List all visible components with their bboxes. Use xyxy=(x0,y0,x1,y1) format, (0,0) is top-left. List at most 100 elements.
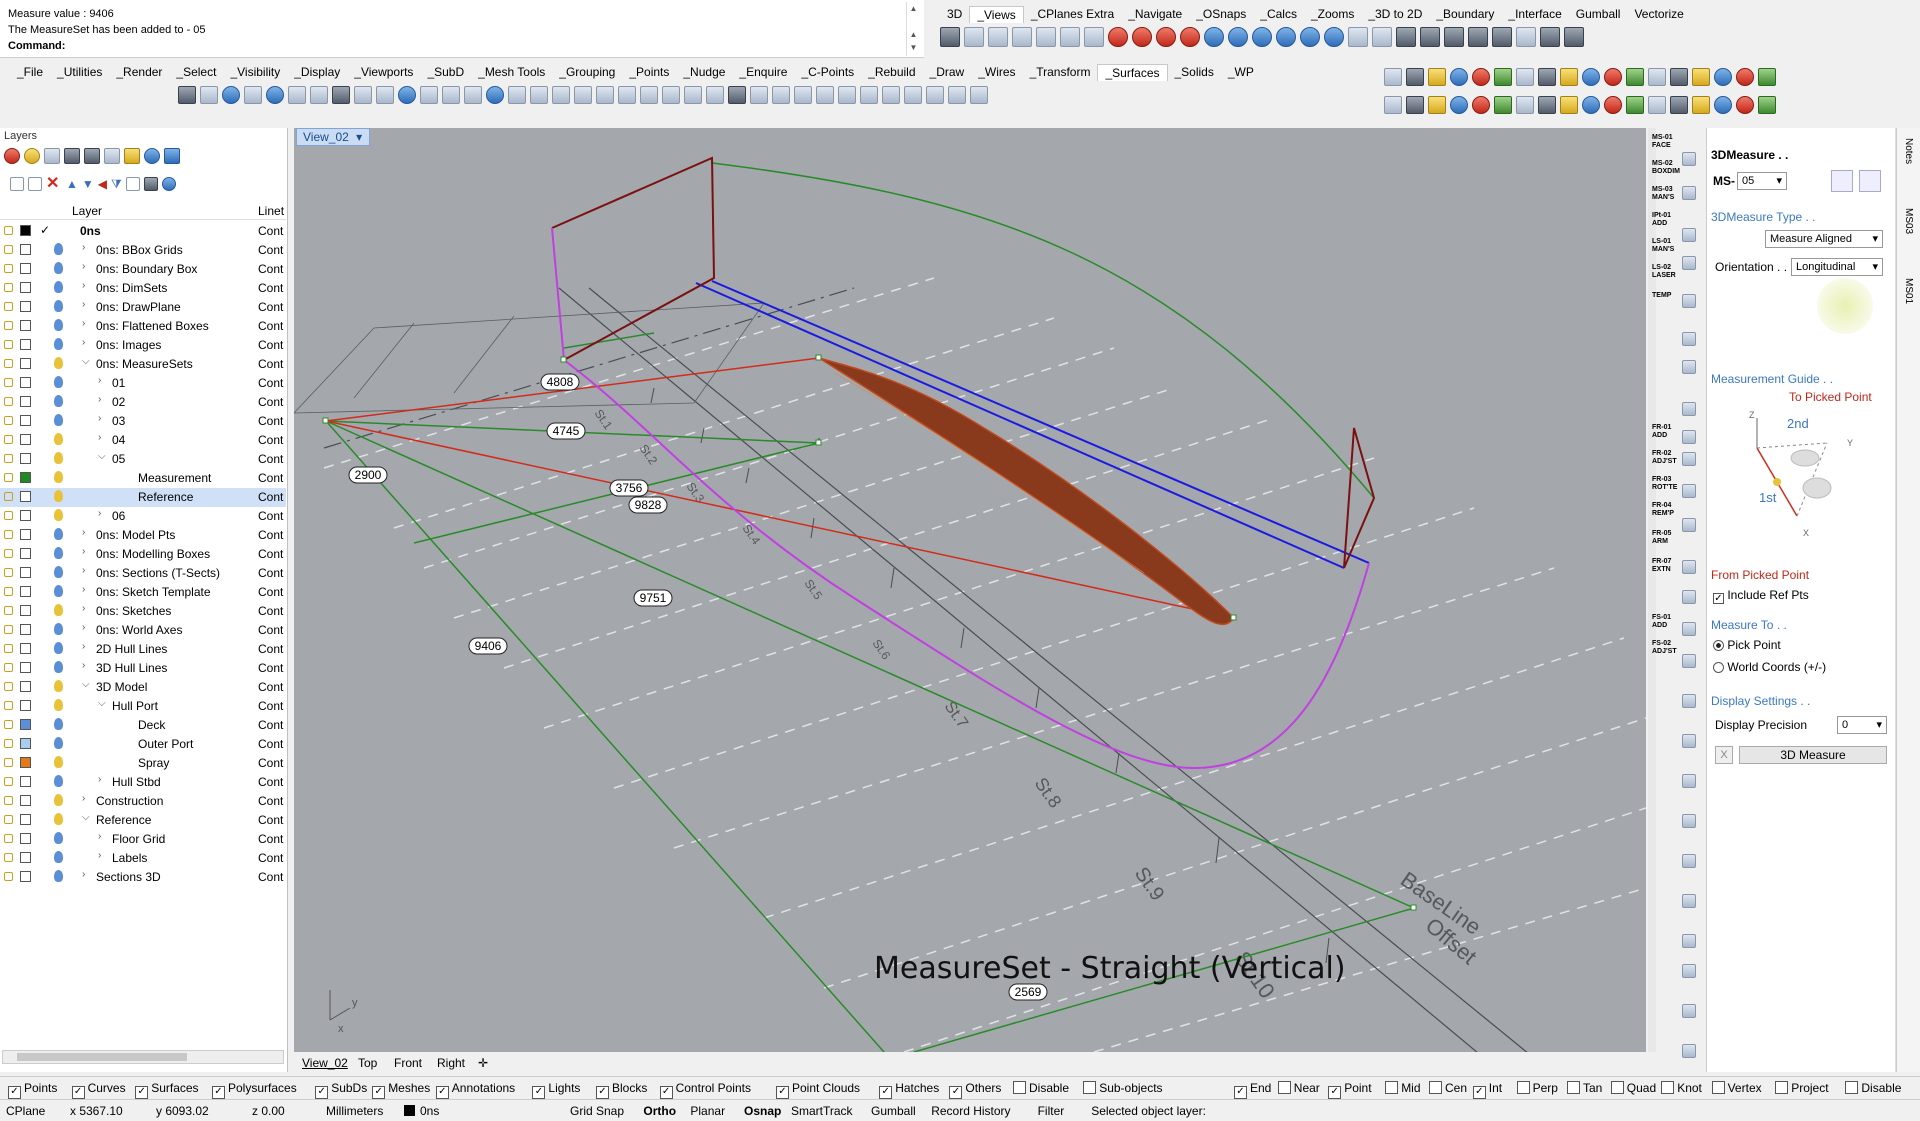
delete-layer-icon[interactable]: ✕ xyxy=(46,176,62,192)
layer-linetype[interactable]: Cont xyxy=(258,338,283,352)
chevron-down-icon[interactable]: ⌵ xyxy=(82,356,90,367)
lock-icon[interactable] xyxy=(4,245,13,254)
tab--boundary[interactable]: _Boundary xyxy=(1429,6,1501,23)
tab--mesh-tools[interactable]: _Mesh Tools xyxy=(471,64,552,81)
layer-row[interactable]: Deck Cont xyxy=(0,716,286,735)
command-prompt[interactable]: Command: xyxy=(8,40,65,52)
chevron-right-icon[interactable]: › xyxy=(82,318,85,329)
layer-row[interactable]: › 2D Hull Lines Cont xyxy=(0,640,286,659)
clear-button[interactable]: X xyxy=(1715,746,1733,764)
tool-icon[interactable] xyxy=(486,86,504,104)
layer-color-swatch[interactable] xyxy=(20,529,31,540)
layer-color-swatch[interactable] xyxy=(20,871,31,882)
side-tool-button[interactable]: LS-01 MAN'S xyxy=(1652,238,1678,254)
lock-icon[interactable] xyxy=(4,302,13,311)
tab--grouping[interactable]: _Grouping xyxy=(552,64,622,81)
tool-icon[interactable] xyxy=(1450,96,1468,114)
window-icon[interactable] xyxy=(1372,27,1392,47)
side-tool-button[interactable]: FR-03 ROT'TE xyxy=(1652,476,1678,492)
lightbulb-icon[interactable] xyxy=(54,813,63,825)
chevron-right-icon[interactable]: › xyxy=(98,413,101,424)
lock-icon[interactable] xyxy=(4,359,13,368)
tool-icon[interactable] xyxy=(838,86,856,104)
layer-linetype[interactable]: Cont xyxy=(258,433,283,447)
lightbulb-icon[interactable] xyxy=(54,319,63,331)
layer-linetype[interactable]: Cont xyxy=(258,528,283,542)
layer-row[interactable]: ⌵ 0ns: MeasureSets Cont xyxy=(0,355,286,374)
lightbulb-icon[interactable] xyxy=(54,832,63,844)
tab--rebuild[interactable]: _Rebuild xyxy=(861,64,922,81)
lock-icon[interactable] xyxy=(4,283,13,292)
tool-icon[interactable] xyxy=(1494,68,1512,86)
layer-linetype[interactable]: Cont xyxy=(258,490,283,504)
view-icon[interactable] xyxy=(940,27,960,47)
lightbulb-icon[interactable] xyxy=(54,281,63,293)
tab--3d-to-2d[interactable]: _3D to 2D xyxy=(1361,6,1429,23)
chevron-right-icon[interactable]: › xyxy=(98,774,101,785)
lightbulb-icon[interactable] xyxy=(54,851,63,863)
chevron-right-icon[interactable]: › xyxy=(82,546,85,557)
tab--calcs[interactable]: _Calcs xyxy=(1253,6,1304,23)
lightbulb-icon[interactable] xyxy=(54,490,63,502)
tool-icon[interactable] xyxy=(728,86,746,104)
side-tool-button[interactable]: IPt-01 ADD xyxy=(1652,212,1678,228)
precision-select[interactable]: 0 xyxy=(1837,716,1887,734)
tab--views[interactable]: _Views xyxy=(969,6,1024,23)
side-tool-button[interactable]: FS-02 ADJ'ST xyxy=(1652,640,1678,656)
layer-row[interactable]: › 03 Cont xyxy=(0,412,286,431)
tool-icon[interactable] xyxy=(1682,694,1696,708)
display-icon[interactable] xyxy=(64,148,80,164)
lightbulb-icon[interactable] xyxy=(54,452,63,464)
tool-icon[interactable] xyxy=(640,86,658,104)
osnap-disable-checkbox[interactable]: Disable xyxy=(1845,1081,1901,1095)
new-layer-icon[interactable] xyxy=(10,177,24,191)
layer-linetype[interactable]: Cont xyxy=(258,642,283,656)
layer-row[interactable]: › 04 Cont xyxy=(0,431,286,450)
chevron-right-icon[interactable]: › xyxy=(98,394,101,405)
tool-icon[interactable] xyxy=(662,86,680,104)
lightbulb-icon[interactable] xyxy=(54,243,63,255)
tool-icon[interactable] xyxy=(618,86,636,104)
chevron-right-icon[interactable]: › xyxy=(98,508,101,519)
layer-color-swatch[interactable] xyxy=(20,358,31,369)
layer-linetype[interactable]: Cont xyxy=(258,775,283,789)
layer-linetype[interactable]: Cont xyxy=(258,262,283,276)
tab--subd[interactable]: _SubD xyxy=(420,64,471,81)
layer-color-swatch[interactable] xyxy=(20,586,31,597)
dimension-label[interactable]: 2569 xyxy=(1008,983,1048,1001)
layer-row[interactable]: Spray Cont xyxy=(0,754,286,773)
lightbulb-icon[interactable] xyxy=(54,870,63,882)
move-down-icon[interactable]: ▼ xyxy=(82,177,94,191)
layer-color-swatch[interactable] xyxy=(20,833,31,844)
tool-icon[interactable] xyxy=(1736,68,1754,86)
column-linetype[interactable]: Linet xyxy=(258,204,284,218)
bell-icon[interactable] xyxy=(144,148,160,164)
lightbulb-icon[interactable] xyxy=(54,433,63,445)
layer-color-swatch[interactable] xyxy=(20,415,31,426)
tool-icon[interactable] xyxy=(530,86,548,104)
osnap-quad-checkbox[interactable]: Quad xyxy=(1611,1081,1656,1095)
osnap-mid-checkbox[interactable]: Mid xyxy=(1385,1081,1420,1095)
chevron-right-icon[interactable]: › xyxy=(82,869,85,880)
layer-row[interactable]: › 01 Cont xyxy=(0,374,286,393)
layer-linetype[interactable]: Cont xyxy=(258,794,283,808)
tool-icon[interactable] xyxy=(222,86,240,104)
tool-icon[interactable] xyxy=(1682,518,1696,532)
layer-row[interactable]: › 0ns: DrawPlane Cont xyxy=(0,298,286,317)
layer-linetype[interactable]: Cont xyxy=(258,661,283,675)
status-planar-toggle[interactable]: Planar xyxy=(690,1104,725,1118)
tab--viewports[interactable]: _Viewports xyxy=(347,64,420,81)
side-tool-button[interactable]: MS-02 BOXDIM xyxy=(1652,160,1680,176)
tool-icon[interactable] xyxy=(1564,27,1584,47)
tab--points[interactable]: _Points xyxy=(622,64,676,81)
layer-linetype[interactable]: Cont xyxy=(258,243,283,257)
layer-linetype[interactable]: Cont xyxy=(258,851,283,865)
tab-gumball[interactable]: Gumball xyxy=(1569,6,1628,23)
layer-linetype[interactable]: Cont xyxy=(258,756,283,770)
lock-icon[interactable] xyxy=(4,777,13,786)
lock-icon[interactable] xyxy=(4,435,13,444)
units-label[interactable]: Millimeters xyxy=(326,1104,383,1118)
tool-icon[interactable] xyxy=(1682,152,1696,166)
layer-row[interactable]: › 02 Cont xyxy=(0,393,286,412)
layer-color-swatch[interactable] xyxy=(20,605,31,616)
